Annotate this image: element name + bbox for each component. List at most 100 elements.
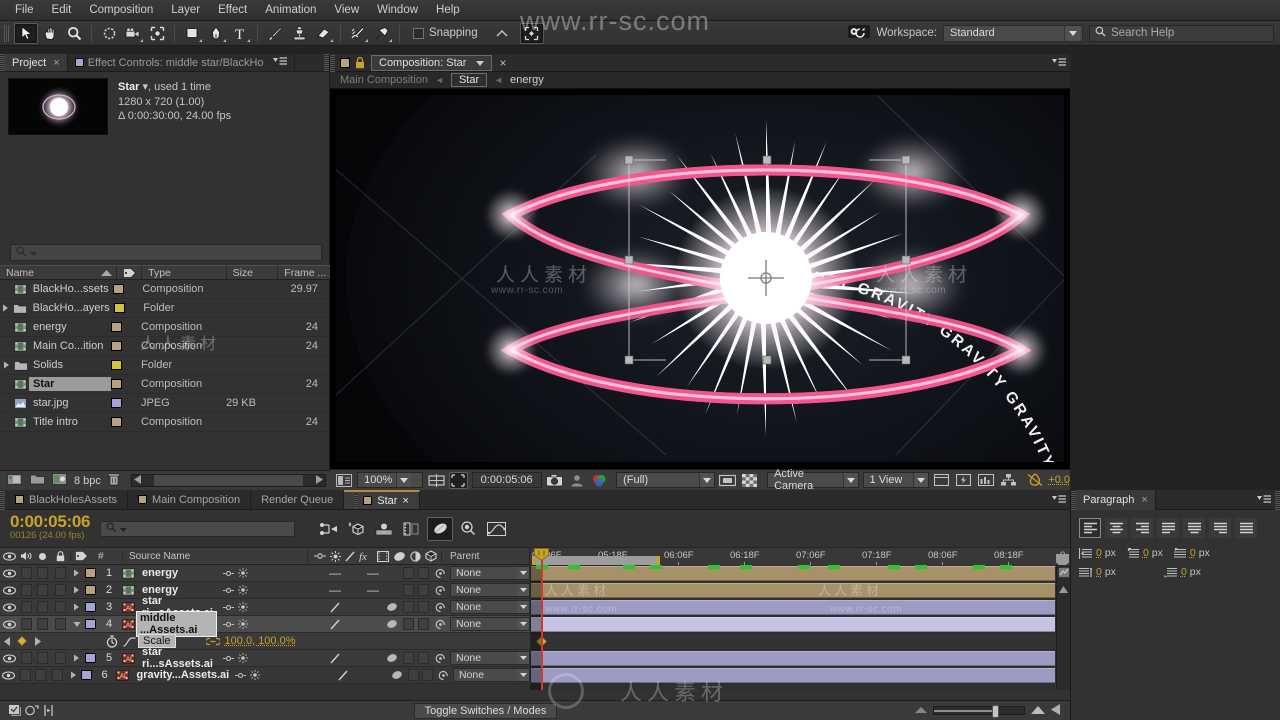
layer-video-toggle[interactable] [0, 619, 18, 629]
layer-label-chip[interactable] [83, 653, 98, 663]
chevron-down-icon[interactable] [698, 473, 714, 487]
menu-view[interactable]: View [325, 2, 368, 18]
layer-disclosure-triangle-icon[interactable] [70, 569, 83, 577]
snapping-control[interactable]: Snapping [413, 27, 478, 39]
brush-tool-icon[interactable] [263, 23, 287, 44]
show-snapshot-icon[interactable] [568, 472, 586, 489]
disclosure-triangle-icon[interactable] [0, 361, 12, 369]
layer-adjustment-switch[interactable] [401, 601, 416, 613]
chevron-down-icon[interactable] [912, 473, 928, 487]
exposure-reset-icon[interactable] [1026, 472, 1044, 489]
layer-frame-blend-switch[interactable]: — [363, 583, 383, 597]
project-item-row[interactable]: Star Composition 24 [0, 375, 330, 394]
layer-audio-toggle[interactable] [18, 584, 35, 596]
clone-stamp-tool-icon[interactable] [287, 23, 311, 44]
layer-source-name[interactable]: energy [136, 567, 217, 579]
indent-left-margin-field[interactable]: 0 px [1079, 547, 1116, 559]
new-folder-icon[interactable] [30, 473, 45, 488]
menu-animation[interactable]: Animation [256, 2, 325, 18]
property-value[interactable]: 100.0, 100.0% [225, 635, 296, 647]
align-left-button[interactable] [1079, 518, 1101, 538]
zoom-out-timeline-icon[interactable] [914, 704, 928, 717]
comp-grid-icon[interactable] [427, 472, 445, 489]
project-item-label-chip[interactable] [111, 341, 141, 351]
layer-motion-blur-switch[interactable] [383, 602, 401, 612]
layer-parent-select[interactable]: None [450, 583, 530, 597]
project-item-row[interactable]: BlackHo...ssets Composition 29.97 [0, 280, 330, 299]
zoom-tool-icon[interactable] [62, 23, 86, 44]
layer-source-name[interactable]: star ri...sAssets.ai [136, 646, 217, 670]
layer-audio-toggle[interactable] [17, 669, 33, 681]
snapping-checkbox[interactable] [413, 27, 424, 39]
layer-quality-switch[interactable] [325, 619, 345, 630]
timeline-layer-bar[interactable] [531, 668, 1055, 683]
timeline-search-input[interactable] [100, 520, 296, 537]
draft-3d-icon[interactable] [343, 517, 369, 541]
layer-parent-select[interactable]: None [450, 617, 530, 631]
chevron-down-icon[interactable] [517, 652, 529, 664]
align-right-button[interactable] [1131, 518, 1153, 538]
layer-parent-select[interactable]: None [450, 651, 530, 665]
timeline-current-time[interactable]: 0:00:05:06 [10, 513, 90, 530]
tab-paragraph[interactable]: Paragraph × [1076, 489, 1156, 510]
layer-audio-toggle[interactable] [18, 652, 35, 664]
column-header-type[interactable]: Type [142, 266, 227, 279]
menu-edit[interactable]: Edit [43, 2, 81, 18]
snapshot-camera-icon[interactable] [546, 472, 564, 489]
project-item-row[interactable]: energy Composition 24 [0, 318, 330, 337]
layer-3d-switch[interactable] [416, 584, 431, 596]
tab-composition-star[interactable]: Composition: Star [371, 54, 493, 71]
keyframe-indicator-icon[interactable] [14, 636, 30, 646]
brainstorm-icon[interactable] [455, 517, 481, 541]
timeline-layer-bar[interactable] [531, 600, 1055, 615]
justify-last-right-button[interactable] [1209, 518, 1231, 538]
playhead-handle[interactable] [534, 548, 549, 562]
header-number[interactable]: # [92, 551, 122, 562]
type-tool-icon[interactable]: T [228, 23, 252, 44]
layer-parent-pickwhip[interactable] [435, 670, 453, 681]
composition-viewport[interactable]: GRAVITY GRAVITY GRAVITY GRAVITY GRAVITY … [330, 89, 1070, 469]
layer-lock-toggle[interactable] [50, 567, 70, 579]
layer-parent-select[interactable]: None [450, 600, 530, 614]
tab-star-grip[interactable] [354, 493, 359, 508]
workspace-select[interactable]: Standard [943, 24, 1083, 42]
layer-solo-toggle[interactable] [35, 652, 50, 664]
composition-timecode[interactable]: 0:00:05:06 [471, 472, 542, 488]
header-parent[interactable]: Parent [441, 550, 529, 562]
timeline-zoom-slider[interactable] [933, 705, 1025, 718]
new-comp-icon[interactable] [7, 473, 23, 489]
space-before-paragraph-field[interactable]: 0 px [1079, 566, 1116, 578]
align-chevron-icon[interactable] [490, 23, 514, 44]
scroll-left-icon[interactable] [132, 474, 141, 487]
tab-star[interactable]: Star × [344, 490, 420, 509]
column-header-name[interactable]: Name [0, 266, 118, 279]
layer-quality-switch[interactable]: — [325, 583, 345, 597]
layer-solo-toggle[interactable] [35, 584, 50, 596]
view-layout-select[interactable]: 1 View [862, 472, 929, 488]
tab-blackholesassets[interactable]: BlackHolesAssets [5, 490, 129, 509]
camera-view-select[interactable]: Active Camera [767, 468, 859, 492]
layer-label-chip[interactable] [83, 585, 98, 595]
layer-adjustment-switch[interactable] [401, 584, 416, 596]
resolution-select[interactable]: (Full) [616, 472, 715, 488]
chevron-down-icon[interactable] [517, 601, 529, 613]
layer-lock-toggle[interactable] [48, 669, 67, 681]
bit-depth-label[interactable]: 8 bpc [74, 475, 101, 487]
layer-quality-switch[interactable] [325, 602, 345, 613]
close-icon[interactable]: × [492, 56, 513, 70]
layer-solo-toggle[interactable] [34, 669, 48, 681]
hide-shy-layers-icon[interactable] [371, 517, 397, 541]
paragraph-right-grip[interactable] [1275, 489, 1280, 510]
timeline-panel-menu-icon[interactable] [1048, 490, 1070, 509]
layer-label-chip[interactable] [80, 670, 94, 680]
layer-3d-switch[interactable] [416, 618, 431, 630]
project-tabs-right-grip[interactable] [324, 54, 329, 71]
layer-source-name[interactable]: gravity...Assets.ai [130, 669, 229, 681]
rotation-tool-icon[interactable] [97, 23, 121, 44]
timeline-layer-row[interactable]: 6 AI gravity...Assets.ai None [0, 667, 530, 684]
layer-label-chip[interactable] [83, 568, 98, 578]
graph-icon[interactable] [120, 636, 138, 647]
layer-parent-pickwhip[interactable] [431, 585, 450, 596]
layer-3d-switch[interactable] [420, 669, 434, 681]
justify-all-button[interactable] [1235, 518, 1257, 538]
